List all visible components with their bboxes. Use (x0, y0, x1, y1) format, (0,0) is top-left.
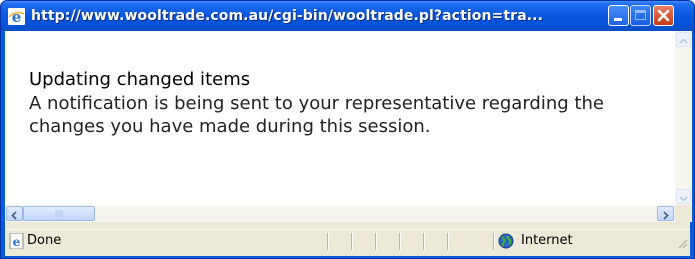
chevron-down-icon (679, 196, 688, 202)
ie-icon: e (8, 8, 25, 25)
window-title: http://www.wooltrade.com.au/cgi-bin/wool… (31, 8, 543, 24)
status-divider (423, 233, 425, 250)
close-button[interactable] (653, 5, 674, 26)
grip-icon (55, 210, 63, 217)
vertical-scrollbar[interactable] (675, 31, 692, 205)
maximize-button[interactable] (630, 5, 651, 26)
browser-popup-window: e http://www.wooltrade.com.au/cgi-bin/wo… (0, 0, 695, 259)
notification-heading: Updating changed items (29, 69, 251, 90)
status-divider (351, 233, 353, 250)
status-text: Done (27, 233, 62, 248)
minimize-button[interactable] (608, 5, 629, 26)
status-divider (375, 233, 377, 250)
scroll-left-button[interactable] (6, 206, 23, 221)
scroll-right-button[interactable] (657, 206, 674, 221)
page-content: Updating changed items A notification is… (5, 31, 675, 205)
scrollbar-corner (675, 205, 692, 222)
globe-icon (498, 233, 514, 249)
status-divider (399, 233, 401, 250)
svg-text:e: e (13, 235, 21, 249)
resize-grip-icon[interactable] (675, 236, 688, 249)
scroll-up-button[interactable] (676, 32, 691, 47)
minimize-icon (614, 18, 622, 21)
svg-text:e: e (12, 8, 22, 25)
status-divider (447, 233, 449, 250)
close-icon (657, 9, 670, 22)
window-client-area: Updating changed items A notification is… (5, 31, 692, 256)
chevron-right-icon (663, 211, 669, 220)
chevron-up-icon (679, 38, 688, 44)
title-bar[interactable]: e http://www.wooltrade.com.au/cgi-bin/wo… (1, 1, 694, 31)
scroll-down-button[interactable] (676, 189, 691, 204)
security-zone-text: Internet (521, 233, 573, 248)
status-divider (327, 233, 329, 250)
status-bar: e Done Internet (5, 229, 690, 253)
status-divider (493, 233, 495, 250)
horizontal-scroll-thumb[interactable] (23, 206, 95, 221)
chevron-left-icon (11, 211, 17, 220)
maximize-icon (635, 10, 646, 20)
horizontal-scrollbar[interactable] (5, 205, 675, 222)
ie-page-icon: e (9, 233, 24, 249)
notification-message: A notification is being sent to your rep… (29, 93, 604, 137)
